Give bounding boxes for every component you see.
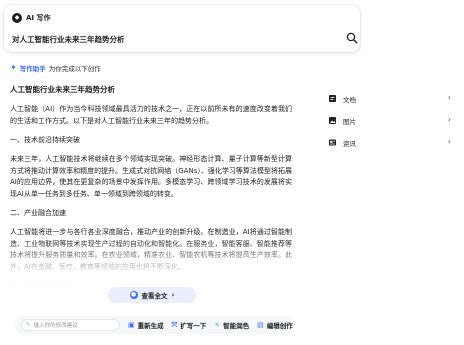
sparkle-polish-icon: ✧: [214, 321, 221, 329]
regenerate-icon: ▣: [128, 321, 135, 329]
generated-article: 人工智能行业未来三年趋势分析 人工智能（AI）作为当今科技领域最具活力的技术之一…: [10, 84, 292, 292]
chevron-right-icon: ›: [447, 137, 451, 146]
view-full-text-button[interactable]: ● 查看全文 ›: [108, 287, 196, 303]
section-body-2: 人工智能将进一步与各行各业深度融合，推动产业的创新升级。在制造业，AI将通过智能…: [10, 228, 292, 271]
expand-button[interactable]: ⤧ 扩写一下: [171, 320, 207, 331]
section-heading-1: 一、技术前沿持续突破: [10, 136, 80, 144]
side-item-images[interactable]: 图片 ›: [325, 110, 457, 131]
action-bar: ✎ 输入你的修改建议 ▣ 重新生成 ⤧ 扩写一下 ✧ 智能润色 ▤ 编辑创作: [15, 316, 294, 334]
image-icon: [329, 117, 336, 124]
regenerate-label: 重新生成: [137, 322, 164, 330]
article-intro: 人工智能（AI）作为当今科技领域最具活力的技术之一，正在以前所未有的速度改变着我…: [10, 105, 292, 125]
ai-writing-header: ◆ AI 写作: [12, 13, 50, 23]
edit-creation-button[interactable]: ▤ 编辑创作: [257, 320, 293, 330]
view-full-text-label: 查看全文: [141, 292, 168, 300]
sparkle-icon: ✦: [10, 63, 17, 72]
side-item-label: 文档: [343, 95, 356, 104]
writing-assistant-label: 写作助手: [19, 65, 46, 73]
side-item-label: 资讯: [343, 139, 356, 148]
chevron-right-icon: ›: [447, 115, 451, 124]
edit-creation-label: 编辑创作: [266, 322, 293, 330]
edit-document-icon: ▤: [257, 321, 264, 329]
side-item-label: 图片: [343, 117, 356, 126]
polish-label: 智能润色: [223, 322, 250, 330]
article-title: 人工智能行业未来三年趋势分析: [10, 85, 115, 94]
modify-suggestion-input[interactable]: ✎ 输入你的修改建议: [21, 319, 120, 331]
section-heading-2: 二、产业融合加速: [10, 209, 66, 217]
regenerate-button[interactable]: ▣ 重新生成: [128, 320, 164, 330]
polish-button[interactable]: ✧ 智能润色: [214, 320, 249, 330]
expand-icon: ⤧: [171, 320, 178, 329]
chevron-right-icon: ›: [447, 93, 451, 102]
edit-pencil-icon: ✎: [26, 322, 31, 328]
expand-label: 扩写一下: [180, 322, 207, 330]
source-type-menu: 文档 › 图片 › 资讯 ›: [325, 88, 457, 154]
query-card: ◆ AI 写作 对人工智能行业未来三年趋势分析: [4, 5, 360, 52]
chevron-right-icon: ›: [171, 291, 175, 299]
writing-assistant-text: 为你完成以下创作: [48, 65, 101, 73]
writing-assistant-line: ✦ 写作助手 为你完成以下创作: [10, 63, 101, 74]
side-item-news[interactable]: 资讯 ›: [325, 132, 457, 153]
query-text[interactable]: 对人工智能行业未来三年趋势分析: [12, 34, 125, 45]
news-icon: [329, 139, 336, 146]
modify-suggestion-placeholder: 输入你的修改建议: [33, 323, 78, 329]
search-icon[interactable]: [346, 32, 358, 44]
eye-icon: ●: [129, 291, 138, 299]
ai-logo-icon: ◆: [12, 13, 22, 23]
side-item-documents[interactable]: 文档 ›: [325, 88, 457, 109]
document-icon: [329, 95, 336, 102]
ai-writing-label: AI 写作: [26, 14, 51, 22]
section-body-1: 未来三年，人工智能技术将继续在多个领域实现突破。神经形态计算、量子计算等新型计算…: [10, 155, 292, 198]
